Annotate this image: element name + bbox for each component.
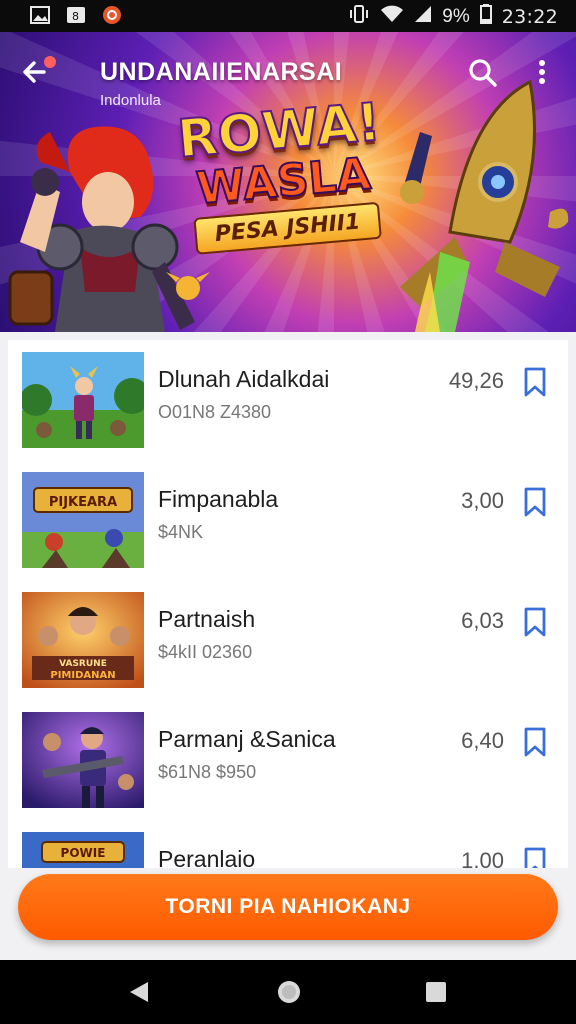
system-nav-bar [0, 960, 576, 1024]
list-item[interactable]: Parmanj &Sanica $61N8 $950 6,40 [8, 700, 568, 821]
warrior-character [8, 126, 195, 332]
thumb-text: PIMIDANAN [50, 670, 115, 681]
game-price: 49,26 [448, 368, 504, 393]
game-title: Peranlaio [158, 846, 256, 868]
nav-back-button[interactable] [128, 980, 150, 1004]
more-vert-icon [539, 60, 545, 84]
bookmark-icon [524, 727, 546, 757]
nav-home-icon [278, 981, 300, 1003]
more-options-button[interactable] [530, 56, 554, 90]
status-bar: 8 9% 23:22 [0, 0, 576, 32]
game-thumbnail [22, 352, 144, 448]
game-price: 6,40 [461, 728, 504, 753]
wifi-icon [380, 5, 404, 29]
game-thumbnail: VASRUNE PIMIDANAN [22, 592, 144, 688]
bookmark-icon [524, 487, 546, 517]
game-list: Dlunah Aidalkdai O01N8 Z4380 49,26 PIJKE… [8, 340, 568, 868]
clock: 23:22 [501, 6, 558, 28]
photo-icon: 8 [66, 6, 86, 24]
game-title: Parmanj &Sanica [158, 726, 336, 752]
battery-percent: 9% [442, 6, 470, 27]
image-icon [30, 6, 50, 24]
app-notification-icon [102, 6, 122, 24]
game-title: Dlunah Aidalkdai [158, 366, 330, 392]
page-title: UNDANAIIENARSAI [100, 58, 343, 86]
search-icon [469, 59, 497, 87]
search-button[interactable] [466, 56, 500, 90]
list-item[interactable]: Dlunah Aidalkdai O01N8 Z4380 49,26 [8, 340, 568, 461]
primary-action-button[interactable]: TORNI PIA NAHIOKANJ [18, 874, 558, 940]
game-thumbnail: POWIE [22, 832, 144, 868]
list-item[interactable]: POWIE Peranlaio 1,00 [8, 820, 568, 868]
game-title: Partnaish [158, 606, 256, 632]
list-item[interactable]: PIJKEARA Fimpanabla $4NK 3,00 [8, 460, 568, 581]
game-title: Fimpanabla [158, 486, 279, 512]
game-subtitle: $4kII 02360 [158, 642, 253, 662]
game-price: 1,00 [461, 848, 504, 868]
bookmark-button[interactable] [522, 366, 548, 398]
nav-recent-button[interactable] [425, 981, 447, 1003]
thumb-text: PIJKEARA [49, 495, 117, 510]
notification-dot [44, 56, 56, 68]
game-price: 6,03 [461, 608, 504, 633]
bookmark-button[interactable] [522, 486, 548, 518]
bookmark-button[interactable] [522, 606, 548, 638]
thumb-text: VASRUNE [59, 659, 107, 669]
battery-icon [479, 4, 492, 30]
game-thumbnail [22, 712, 144, 808]
game-price: 3,00 [461, 488, 504, 513]
nav-home-button[interactable] [276, 979, 302, 1005]
bookmark-icon [524, 367, 546, 397]
bookmark-icon [524, 607, 546, 637]
hero-banner: ROWA! WASLA PESA JSHII1 UNDANAIIENARSAI … [0, 32, 576, 332]
game-subtitle: O01N8 Z4380 [158, 402, 272, 422]
app-bar: UNDANAIIENARSAI Indonlula [0, 32, 576, 128]
list-item[interactable]: VASRUNE PIMIDANAN Partnaish $4kII 02360 … [8, 580, 568, 701]
bookmark-icon [524, 847, 546, 868]
bookmark-button[interactable] [522, 726, 548, 758]
game-subtitle: $61N8 $950 [158, 762, 257, 782]
thumb-text: POWIE [61, 846, 106, 860]
page-subtitle: Indonlula [100, 92, 161, 109]
bookmark-button[interactable] [522, 846, 548, 868]
svg-text:8: 8 [72, 10, 79, 23]
vibrate-icon [348, 5, 370, 29]
nav-back-icon [130, 982, 148, 1002]
nav-recent-icon [426, 982, 446, 1002]
game-subtitle: $4NK [158, 522, 204, 542]
game-thumbnail: PIJKEARA [22, 472, 144, 568]
signal-icon [414, 5, 432, 29]
